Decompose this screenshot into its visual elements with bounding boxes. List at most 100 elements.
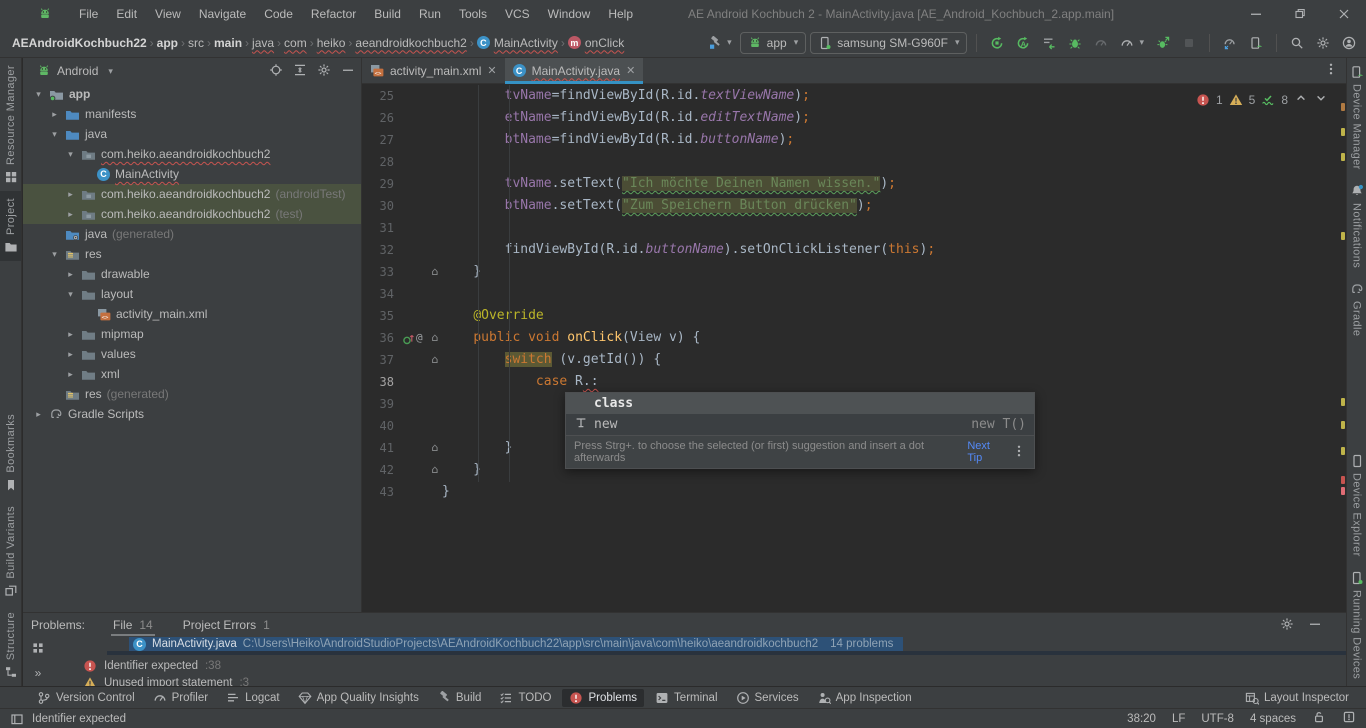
fold-marker-icon[interactable]: ⌂ [428,437,442,459]
tool-window-button-app-inspection[interactable]: App Inspection [810,689,919,707]
error-stripe-mark[interactable] [1341,447,1345,455]
project-options-button[interactable] [317,63,331,80]
window-minimize-button[interactable] [1234,0,1278,28]
tree-item-mipmap[interactable]: ▸mipmap [23,324,361,344]
fold-marker-icon[interactable]: ⌂ [428,459,442,481]
apply-code-changes-button[interactable] [1038,33,1060,53]
previous-problem-icon[interactable] [1294,91,1308,108]
tool-window-button-version-control[interactable]: Version Control [30,689,142,707]
error-stripe-mark[interactable] [1341,487,1345,495]
menu-item-window[interactable]: Window [539,4,600,24]
menu-item-help[interactable]: Help [599,4,642,24]
breadcrumb-item-onclick[interactable]: monClick [566,34,626,52]
breadcrumb-item-main[interactable]: main [212,34,244,52]
tool-window-button-profiler[interactable]: Profiler [146,689,215,707]
fold-marker-icon[interactable]: ⌂ [428,327,442,349]
profile-or-debug-apk-button[interactable] [1219,33,1241,53]
tree-chevron-icon[interactable]: ▾ [65,149,76,160]
tree-item-java-generated[interactable]: java(generated) [23,224,361,244]
tree-chevron-icon[interactable]: ▸ [65,209,76,220]
device-manager-button[interactable] [1245,33,1267,53]
error-stripe-mark[interactable] [1341,153,1345,161]
tree-chevron-icon[interactable]: ▾ [65,289,76,300]
tree-item-activity-main-xml[interactable]: <>activity_main.xml [23,304,361,324]
status-event-log-button[interactable] [1342,710,1356,727]
menu-item-code[interactable]: Code [255,4,302,24]
tree-item-xml[interactable]: ▸xml [23,364,361,384]
tree-chevron-icon[interactable]: ▾ [49,249,60,260]
tool-window-button-problems[interactable]: Problems [562,689,644,707]
tree-chevron-icon[interactable]: ▸ [65,369,76,380]
problems-scrollbar[interactable] [107,651,1346,655]
breadcrumb-item-src[interactable]: src [186,34,206,52]
window-close-button[interactable] [1322,0,1366,28]
tool-window-button-build[interactable]: Build [430,689,489,707]
window-restore-button[interactable] [1278,0,1322,28]
fold-marker-icon[interactable]: ⌂ [428,349,442,371]
tool-window-button-layout-inspector[interactable]: Layout Inspector [1238,689,1356,707]
tree-chevron-icon[interactable]: ▸ [65,269,76,280]
editor-tab-mainactivity-java[interactable]: CMainActivity.java✕ [505,58,644,84]
device-selector[interactable]: samsung SM-G960F▾ [810,32,967,54]
profiler-button[interactable]: ▾ [1116,33,1148,53]
menu-item-tools[interactable]: Tools [450,4,496,24]
error-stripe-mark[interactable] [1341,103,1345,111]
tool-button-gradle[interactable]: Gradle [1347,275,1366,343]
menu-item-edit[interactable]: Edit [107,4,146,24]
tool-window-button-app-quality-insights[interactable]: App Quality Insights [291,689,426,707]
tree-chevron-icon[interactable]: ▸ [33,409,44,420]
tool-button-structure[interactable]: Structure [0,605,21,686]
tree-item-com-heiko-aeandroidkochbuch2[interactable]: ▾com.heiko.aeandroidkochbuch2 [23,144,361,164]
attach-debugger-button[interactable] [1152,33,1174,53]
error-stripe-mark[interactable] [1341,421,1345,429]
breadcrumb-item-aeandroidkochbuch22[interactable]: AEAndroidKochbuch22 [10,34,149,52]
panel-layout-icon[interactable] [10,712,24,726]
build-variant-button[interactable]: ▾ [704,33,736,53]
tool-window-button-services[interactable]: Services [729,689,806,707]
problems-expand-rows-button[interactable]: » [35,666,42,680]
breadcrumb-item-mainactivity[interactable]: CMainActivity [475,34,560,52]
menu-item-navigate[interactable]: Navigate [190,4,255,24]
tree-item-java[interactable]: ▾java [23,124,361,144]
tool-button-device-explorer[interactable]: Device Explorer [1347,447,1366,564]
tree-item-manifests[interactable]: ▸manifests [23,104,361,124]
tree-item-res[interactable]: ▾res [23,244,361,264]
tree-item-mainactivity[interactable]: CMainActivity [23,164,361,184]
project-locate-file-button[interactable] [269,63,283,80]
tool-button-build-variants[interactable]: Build Variants [0,499,21,605]
inspections-widget[interactable]: 158 [1196,91,1328,108]
apply-changes-restart-activity-button[interactable]: A [1012,33,1034,53]
problems-file-row[interactable]: C MainActivity.java C:\Users\Heiko\Andro… [129,637,903,651]
menu-item-vcs[interactable]: VCS [496,4,539,24]
project-view-selector[interactable]: Android [57,64,98,78]
settings-button[interactable] [1312,33,1334,53]
code-editor[interactable]: 25 tvName=findViewById(R.id.textViewName… [362,85,1346,612]
popup-menu-icon[interactable] [1012,444,1026,461]
project-collapse-all-button[interactable] [293,63,307,80]
tree-item-gradle-scripts[interactable]: ▸Gradle Scripts [23,404,361,424]
tool-window-button-logcat[interactable]: Logcat [219,689,287,707]
error-stripe-mark[interactable] [1341,128,1345,136]
tree-item-values[interactable]: ▸values [23,344,361,364]
error-stripe-mark[interactable] [1341,232,1345,240]
menu-item-file[interactable]: File [70,4,107,24]
tree-chevron-icon[interactable]: ▸ [65,349,76,360]
debug-app-button[interactable] [1064,33,1086,53]
status-item-utf-8[interactable]: UTF-8 [1201,713,1234,725]
menu-item-refactor[interactable]: Refactor [302,4,365,24]
status-item-4-spaces[interactable]: 4 spaces [1250,713,1296,725]
tool-window-button-todo[interactable]: TODO [492,689,558,707]
tree-chevron-icon[interactable]: ▾ [49,129,60,140]
status-item-lf[interactable]: LF [1172,713,1185,725]
tree-item-app[interactable]: ▾app [23,84,361,104]
problems-tab-project-errors[interactable]: Project Errors1 [181,613,272,637]
tree-item-layout[interactable]: ▾layout [23,284,361,304]
next-problem-icon[interactable] [1314,91,1328,108]
tree-item-com-heiko-aeandroidkochbuch2-test[interactable]: ▸com.heiko.aeandroidkochbuch2(test) [23,204,361,224]
tree-chevron-icon[interactable]: ▸ [49,109,60,120]
tool-button-resource-manager[interactable]: Resource Manager [0,58,21,191]
close-tab-icon[interactable]: ✕ [487,64,496,77]
tab-bar-options-icon[interactable] [1316,62,1346,79]
tool-window-button-terminal[interactable]: Terminal [648,689,724,707]
tool-button-bookmarks[interactable]: Bookmarks [0,407,21,499]
